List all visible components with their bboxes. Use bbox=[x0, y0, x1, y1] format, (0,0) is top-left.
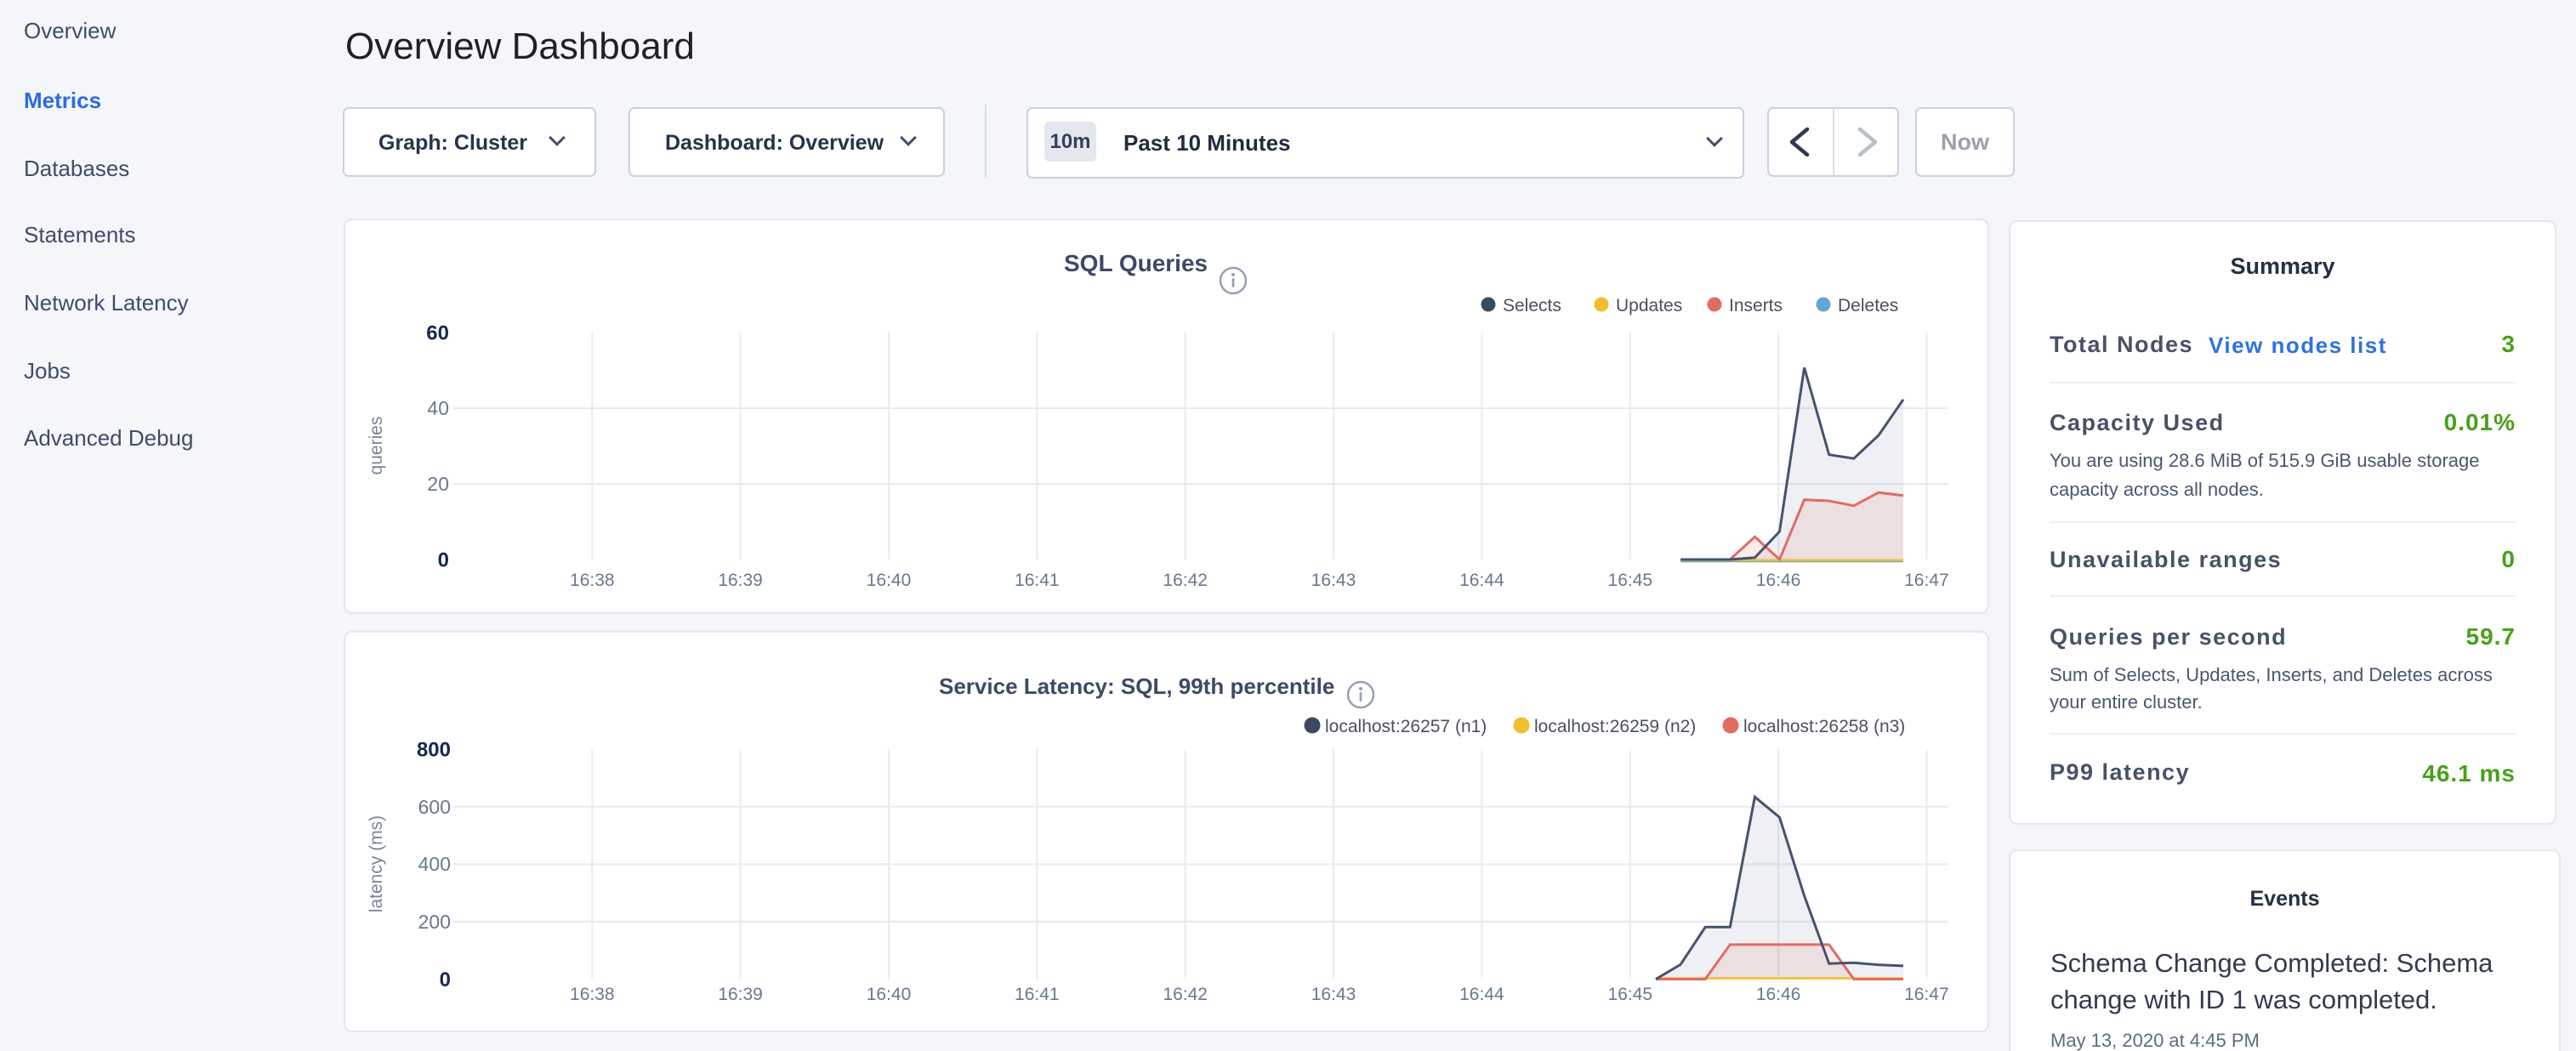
svg-text:16:44: 16:44 bbox=[1459, 571, 1504, 590]
svg-text:16:41: 16:41 bbox=[1015, 985, 1060, 1004]
svg-text:0: 0 bbox=[438, 549, 449, 572]
svg-text:16:39: 16:39 bbox=[718, 985, 763, 1004]
svg-text:0: 0 bbox=[440, 969, 451, 991]
svg-text:200: 200 bbox=[418, 911, 451, 933]
svg-text:16:38: 16:38 bbox=[570, 985, 615, 1004]
svg-text:16:44: 16:44 bbox=[1459, 985, 1504, 1004]
svg-text:16:43: 16:43 bbox=[1311, 571, 1356, 590]
svg-text:16:42: 16:42 bbox=[1163, 571, 1208, 590]
svg-text:16:47: 16:47 bbox=[1904, 571, 1949, 590]
svg-text:16:41: 16:41 bbox=[1015, 571, 1060, 590]
svg-text:16:47: 16:47 bbox=[1904, 985, 1949, 1004]
svg-text:16:46: 16:46 bbox=[1756, 985, 1801, 1004]
svg-text:20: 20 bbox=[427, 473, 449, 495]
svg-text:16:40: 16:40 bbox=[867, 571, 912, 590]
svg-text:latency (ms): latency (ms) bbox=[367, 815, 386, 912]
svg-text:16:40: 16:40 bbox=[867, 985, 912, 1004]
svg-text:16:46: 16:46 bbox=[1756, 571, 1801, 590]
svg-text:16:39: 16:39 bbox=[718, 571, 763, 590]
svg-text:40: 40 bbox=[427, 397, 449, 419]
svg-text:16:45: 16:45 bbox=[1608, 571, 1653, 590]
svg-text:400: 400 bbox=[418, 853, 451, 875]
svg-text:800: 800 bbox=[417, 739, 451, 762]
svg-text:16:43: 16:43 bbox=[1311, 985, 1356, 1004]
svg-text:16:38: 16:38 bbox=[570, 571, 615, 590]
svg-text:600: 600 bbox=[418, 796, 451, 818]
svg-text:queries: queries bbox=[367, 417, 386, 475]
svg-text:16:45: 16:45 bbox=[1608, 985, 1653, 1004]
svg-text:60: 60 bbox=[426, 322, 449, 345]
svg-text:16:42: 16:42 bbox=[1163, 985, 1208, 1004]
